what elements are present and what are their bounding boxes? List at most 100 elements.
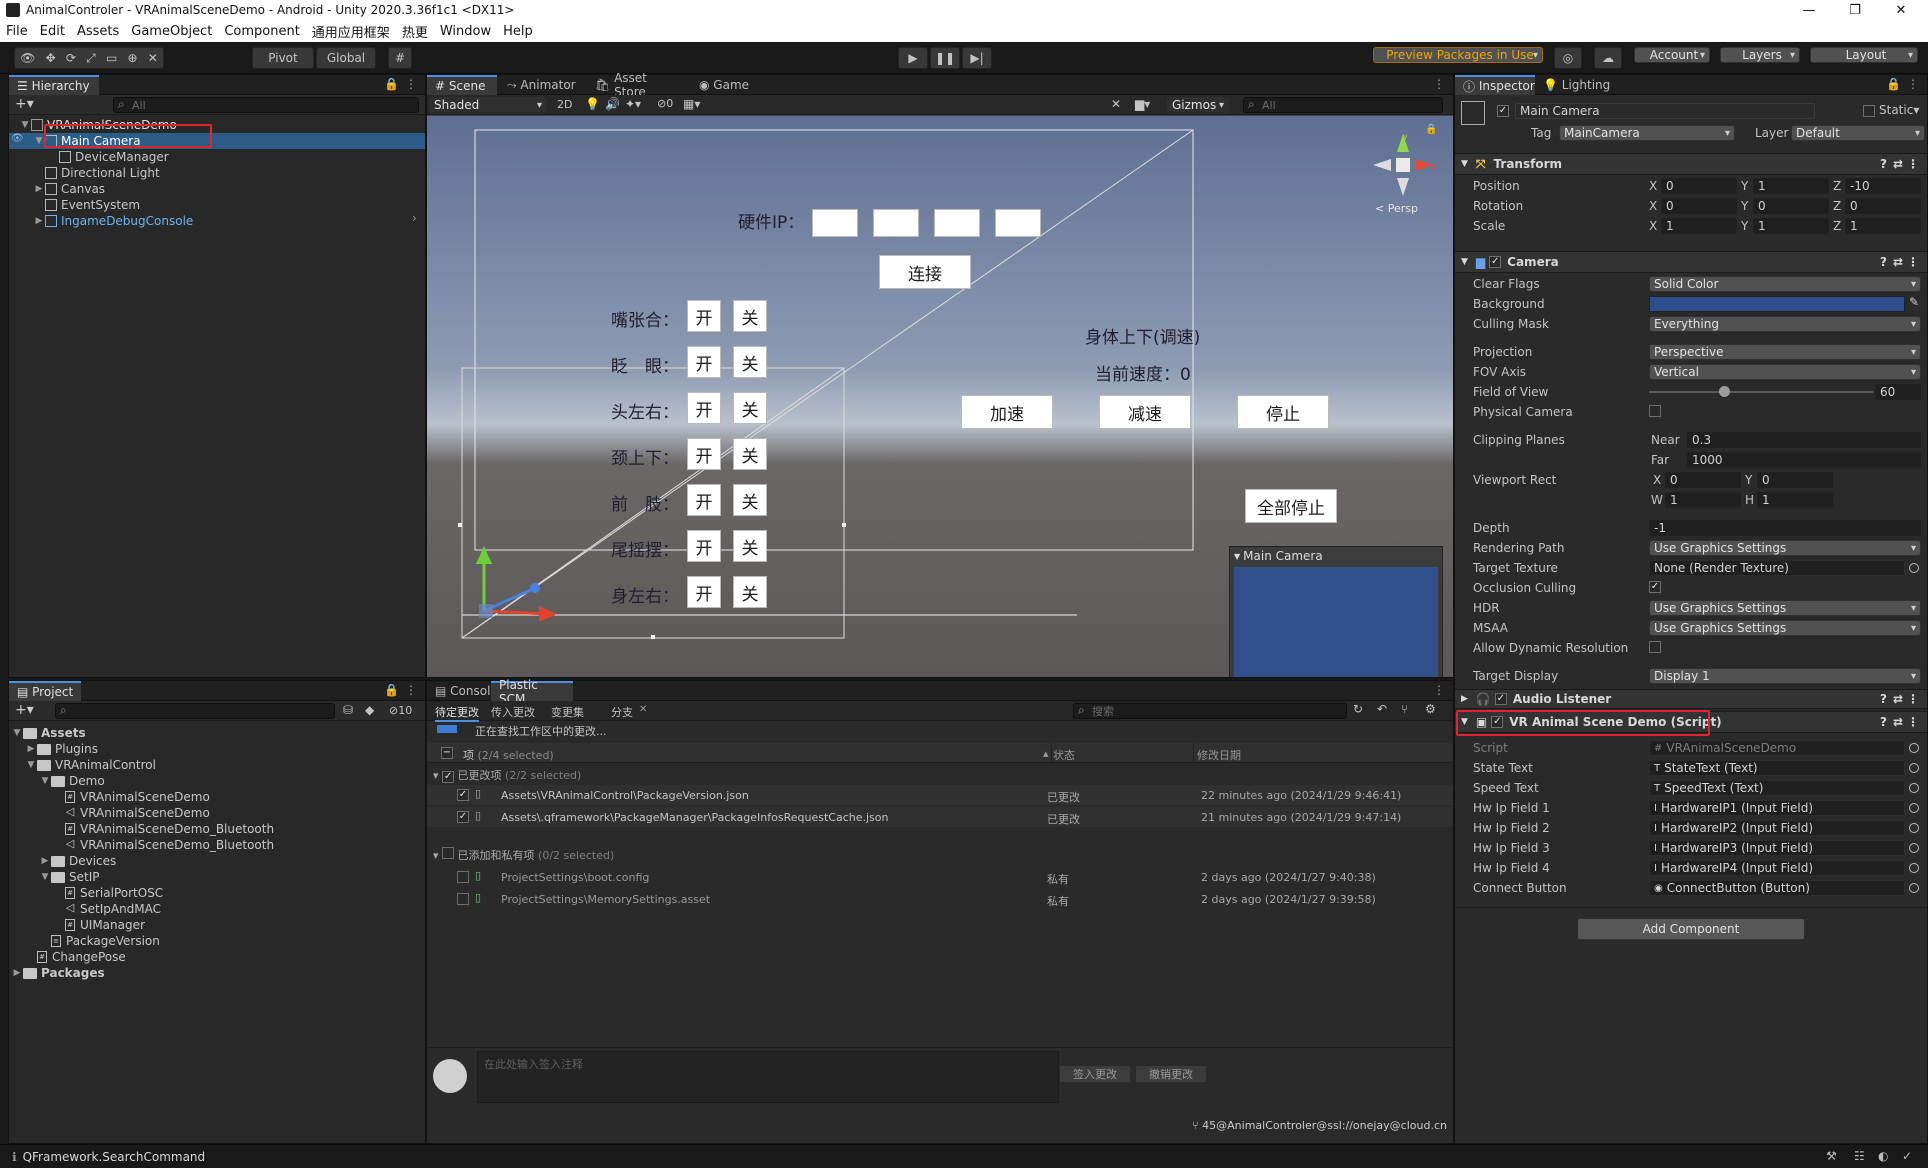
plastic-subtab[interactable]: 传入更改: [491, 704, 535, 720]
grid-snap-button[interactable]: #: [388, 47, 412, 69]
scene-kebab-icon[interactable]: ⋮: [1433, 77, 1445, 91]
object-picker-icon[interactable]: [1909, 883, 1919, 893]
clear-flags-dropdown[interactable]: Solid Color: [1649, 276, 1921, 292]
off-button[interactable]: 关: [733, 484, 767, 516]
scale-y-field[interactable]: 1: [1753, 218, 1829, 234]
project-item[interactable]: ▶ Packages: [9, 965, 425, 981]
menu-item[interactable]: Window: [440, 24, 491, 39]
group-changed-header[interactable]: ▾ ✓ 已更改项 (2/2 selected): [433, 767, 581, 783]
rotation-x-field[interactable]: 0: [1661, 198, 1737, 214]
audio-listener-checkbox[interactable]: ✓: [1494, 693, 1507, 705]
add-component-button[interactable]: Add Component: [1577, 918, 1805, 940]
position-y-field[interactable]: 1: [1753, 178, 1829, 194]
menu-item[interactable]: 热更: [402, 22, 428, 41]
on-button[interactable]: 开: [687, 346, 721, 378]
maximize-button[interactable]: ❐: [1832, 0, 1878, 20]
tab-lighting[interactable]: 💡 Lighting: [1535, 75, 1615, 95]
active-checkbox[interactable]: ✓: [1497, 105, 1509, 117]
expand-arrow-icon[interactable]: ▶: [33, 184, 45, 194]
project-item[interactable]: ◁ VRAnimalSceneDemo: [9, 805, 425, 821]
global-toggle[interactable]: Global: [316, 47, 376, 69]
preset-icon[interactable]: ⇄: [1893, 157, 1903, 171]
checkin-comment-input[interactable]: 在此处输入签入注释: [477, 1051, 1059, 1103]
help-icon[interactable]: ?: [1880, 255, 1887, 269]
eyedropper-icon[interactable]: ✎: [1909, 295, 1919, 309]
play-button[interactable]: ▶: [898, 47, 928, 69]
vp-h-field[interactable]: 1: [1757, 492, 1833, 508]
collab-icon[interactable]: ◎: [1554, 47, 1582, 69]
account-dropdown[interactable]: Account: [1634, 47, 1710, 63]
background-color-swatch[interactable]: [1649, 296, 1905, 312]
menu-item[interactable]: File: [6, 24, 28, 39]
kebab-menu-icon[interactable]: ⋮: [405, 77, 417, 91]
expand-arrow-icon[interactable]: ▶: [39, 856, 51, 866]
search-by-type-icon[interactable]: ⛁: [343, 703, 353, 717]
menu-item[interactable]: Component: [224, 24, 299, 39]
stop-button[interactable]: 停止: [1237, 395, 1329, 429]
dynamic-res-checkbox[interactable]: [1649, 641, 1661, 653]
scene-search-input[interactable]: All: [1243, 97, 1443, 113]
project-item[interactable]: ▶ Plugins: [9, 741, 425, 757]
change-checkbox[interactable]: ✓: [457, 789, 469, 801]
static-dropdown[interactable]: Static▾: [1879, 103, 1919, 117]
fov-slider-track[interactable]: [1649, 391, 1873, 393]
component-menu-icon[interactable]: ⋮: [1907, 255, 1919, 269]
status-debug-icon[interactable]: ⚒: [1826, 1149, 1837, 1163]
tab-console[interactable]: ▤ Console: [427, 681, 498, 701]
rendering-path-dropdown[interactable]: Use Graphics Settings: [1649, 540, 1921, 556]
step-button[interactable]: ▶|: [962, 47, 992, 69]
preset-icon[interactable]: ⇄: [1893, 255, 1903, 269]
column-divider[interactable]: [1193, 743, 1194, 763]
persp-label[interactable]: < Persp: [1375, 202, 1418, 215]
project-item[interactable]: ▼ Demo: [9, 773, 425, 789]
help-icon[interactable]: ?: [1880, 692, 1887, 706]
tab-asset-store[interactable]: 🛍 Asset Store: [587, 71, 689, 99]
rect-tool-icon[interactable]: ▭: [106, 51, 117, 65]
camera-header[interactable]: ▼ ▆ ✓ Camera ? ⇄ ⋮: [1455, 251, 1927, 273]
project-item[interactable]: # VRAnimalSceneDemo_Bluetooth: [9, 821, 425, 837]
expand-arrow-icon[interactable]: ▼: [19, 120, 31, 130]
on-button[interactable]: 开: [687, 484, 721, 516]
foldout-arrow-icon[interactable]: ▼: [1461, 159, 1468, 169]
pause-button[interactable]: ❚❚: [930, 47, 960, 69]
scale-z-field[interactable]: 1: [1845, 218, 1921, 234]
foldout-arrow-icon[interactable]: ▼: [1461, 257, 1468, 267]
rotation-z-field[interactable]: 0: [1845, 198, 1921, 214]
expand-arrow-icon[interactable]: ▼: [39, 872, 51, 882]
undo-icon[interactable]: ↶: [1377, 702, 1387, 716]
status-text[interactable]: QFramework.SearchCommand: [23, 1150, 206, 1164]
transform-header[interactable]: ▼ ⤧ Transform ? ⇄ ⋮: [1455, 153, 1927, 175]
hierarchy-item[interactable]: Directional Light: [9, 165, 425, 181]
audio-listener-header[interactable]: ▶ 🎧 ✓ Audio Listener ? ⇄ ⋮: [1455, 689, 1927, 709]
inspector-kebab-icon[interactable]: ⋮: [1907, 77, 1919, 91]
layer-dropdown[interactable]: Default: [1791, 125, 1925, 141]
expand-arrow-icon[interactable]: ▼: [25, 760, 37, 770]
lighting-toggle-icon[interactable]: 💡: [585, 97, 600, 111]
on-button[interactable]: 开: [687, 530, 721, 562]
ip-input-1[interactable]: [812, 209, 858, 237]
undo-changes-button[interactable]: 撤销更改: [1135, 1065, 1207, 1083]
target-display-dropdown[interactable]: Display 1: [1649, 668, 1921, 684]
scene-viewport[interactable]: 硬件IP： 连接 身体上下(调速) 当前速度：0 加速 减速 停止 全部停止 y…: [427, 116, 1453, 677]
vp-y-field[interactable]: 0: [1757, 472, 1833, 488]
close-button[interactable]: ✕: [1878, 0, 1924, 20]
menu-item[interactable]: Edit: [40, 24, 65, 39]
static-checkbox[interactable]: [1863, 105, 1875, 117]
position-x-field[interactable]: 0: [1661, 178, 1737, 194]
script-field-value[interactable]: ◉ ConnectButton (Button): [1649, 880, 1905, 896]
preset-icon[interactable]: ⇄: [1893, 715, 1903, 729]
scale-x-field[interactable]: 1: [1661, 218, 1737, 234]
connect-button[interactable]: 连接: [879, 255, 971, 289]
off-button[interactable]: 关: [733, 300, 767, 332]
hierarchy-item[interactable]: ▶ Canvas: [9, 181, 425, 197]
status-cache-icon[interactable]: ☷: [1854, 1149, 1865, 1163]
decelerate-button[interactable]: 减速: [1099, 395, 1191, 429]
transform-tool-icon[interactable]: ⊕: [128, 51, 138, 65]
occlusion-checkbox[interactable]: ✓: [1649, 581, 1661, 593]
expand-arrow-icon[interactable]: ▶: [33, 216, 45, 226]
layers-dropdown[interactable]: Layers: [1720, 47, 1800, 63]
object-picker-icon[interactable]: [1909, 843, 1919, 853]
hierarchy-item[interactable]: EventSystem: [9, 197, 425, 213]
checkin-button[interactable]: 签入更改: [1059, 1065, 1131, 1083]
change-checkbox[interactable]: [457, 871, 469, 883]
